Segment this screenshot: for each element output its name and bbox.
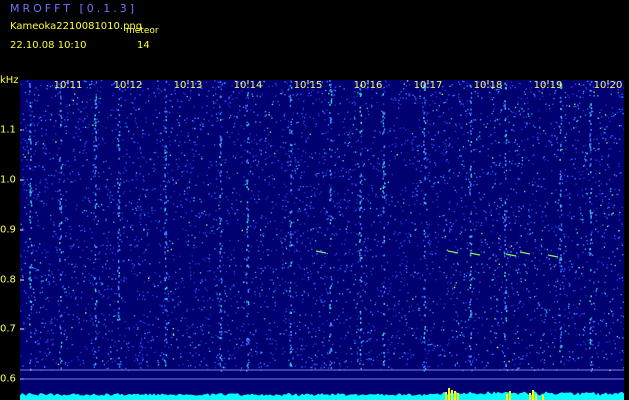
meteor-count: 14: [137, 40, 150, 51]
spectrogram-plot: [20, 80, 624, 400]
meteor-label: meteor: [126, 26, 159, 36]
meteor-echo: [447, 250, 459, 254]
meteor-spike: [535, 394, 537, 400]
time-tick-label: 10:11: [53, 80, 83, 91]
time-tick-label: 10:16: [353, 80, 383, 91]
app-title: MROFFT [0.1.3]: [10, 2, 138, 15]
meteor-spike: [448, 388, 450, 400]
frequency-tick-label: 0.8: [0, 274, 16, 286]
frequency-unit-label: kHz: [0, 75, 19, 86]
meteor-echo: [315, 250, 327, 254]
meteor-spike: [451, 390, 453, 400]
frequency-tick-label: 0.9: [0, 224, 16, 236]
frequency-tick-label: 0.6: [0, 373, 16, 385]
meteor-spike: [529, 393, 531, 400]
frequency-tick-label: 0.7: [0, 323, 16, 335]
time-tick-label: 10:18: [473, 80, 503, 91]
frequency-tick-label: 1.1: [0, 124, 16, 136]
time-tick-label: 10:15: [293, 80, 323, 91]
datetime-stamp: 22.10.08 10:10: [10, 40, 87, 51]
meteor-echo: [469, 252, 481, 256]
mrofft-window: MROFFT [0.1.3] Kameoka2210081010.png met…: [0, 0, 629, 400]
time-tick-label: 10:20: [593, 80, 623, 91]
time-tick-label: 10:17: [413, 80, 443, 91]
meteor-spike: [509, 391, 511, 400]
file-name: Kameoka2210081010.png: [10, 21, 143, 32]
meteor-spike: [532, 390, 534, 400]
time-tick-label: 10:14: [233, 80, 263, 91]
meteor-spike: [454, 391, 456, 400]
meteor-echo: [505, 253, 517, 257]
meteor-echo: [519, 251, 531, 255]
meteor-echo: [547, 254, 559, 258]
meteor-spike: [445, 392, 447, 400]
spectrogram-canvas: [20, 80, 624, 400]
time-tick-label: 10:12: [113, 80, 143, 91]
frequency-tick-label: 1.0: [0, 174, 16, 186]
meteor-spike: [542, 395, 544, 400]
meteor-spike: [457, 393, 459, 400]
time-tick-label: 10:13: [173, 80, 203, 91]
meteor-spike: [506, 394, 508, 400]
time-tick-label: 10:19: [533, 80, 563, 91]
